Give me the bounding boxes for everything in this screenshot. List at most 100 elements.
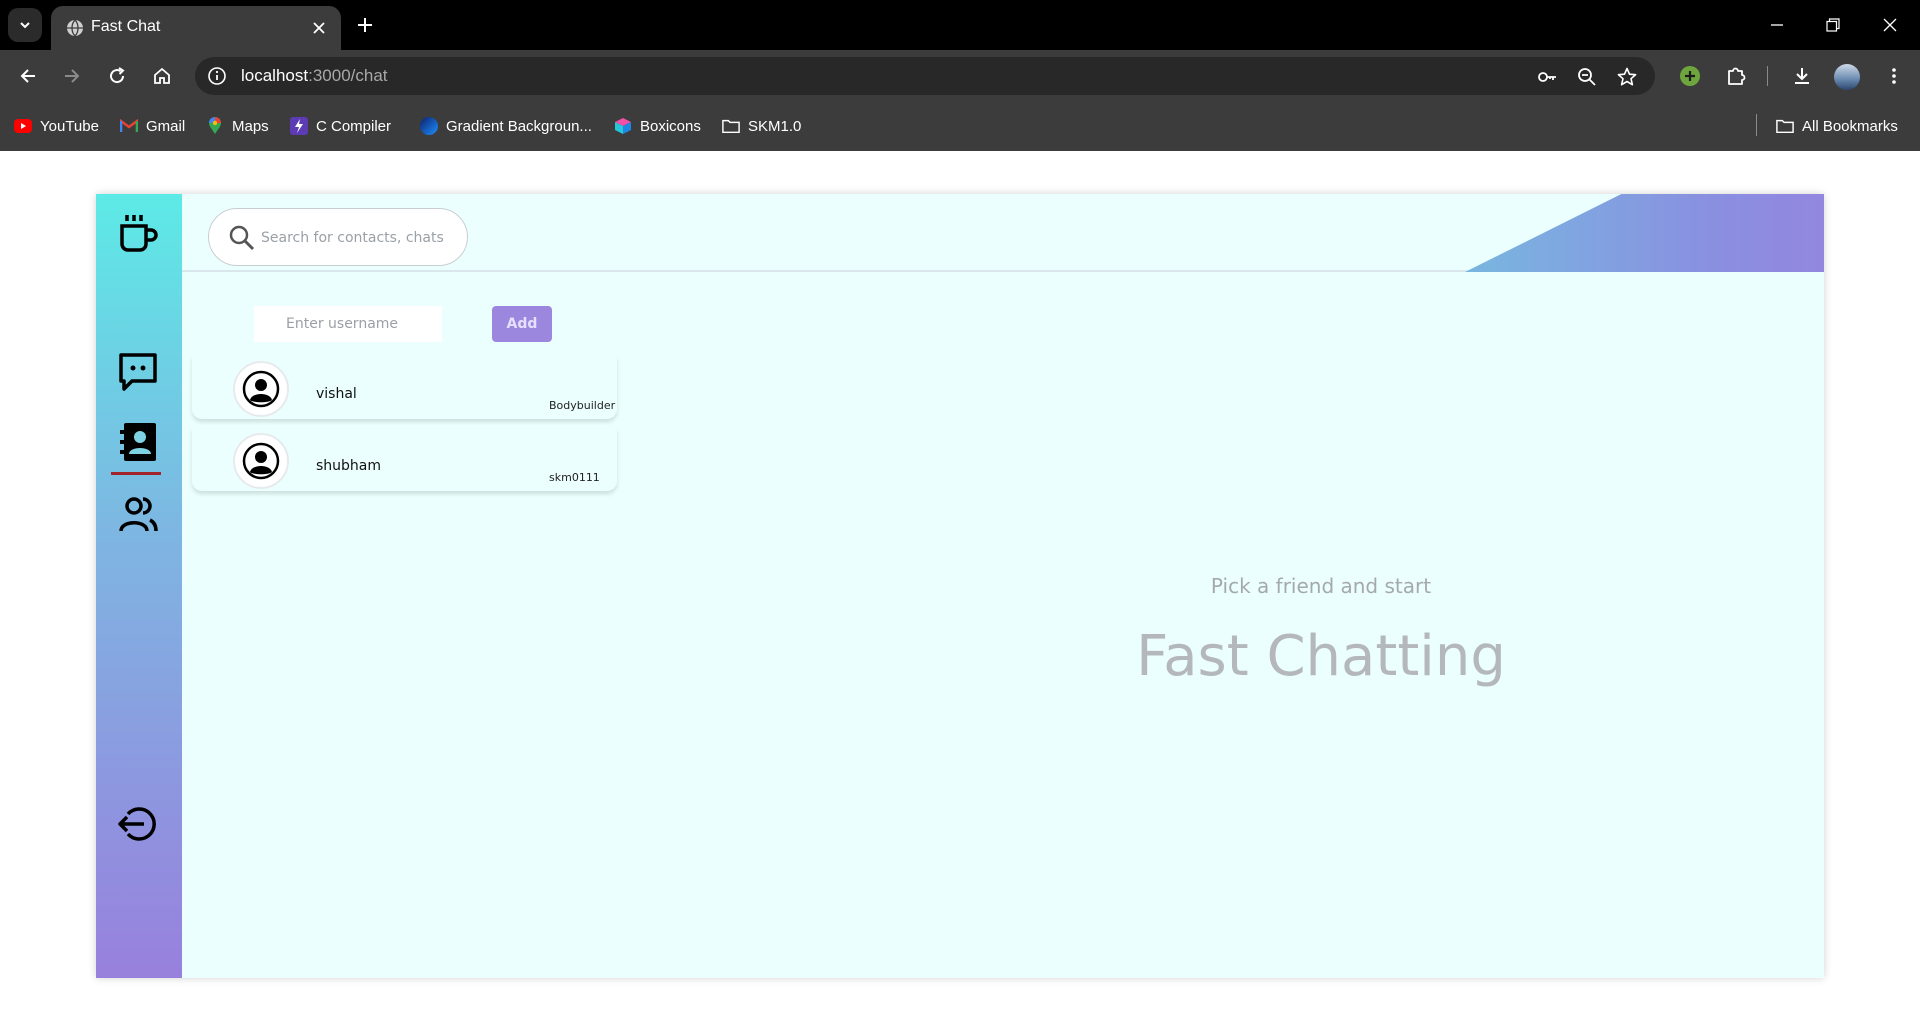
bookmark-skm[interactable]: SKM1.0 <box>722 115 801 137</box>
user-circle-icon <box>242 442 280 480</box>
sidebar <box>96 194 182 978</box>
downloads-button[interactable] <box>1788 62 1816 90</box>
globe-icon <box>67 19 83 37</box>
tab-title: Fast Chat <box>91 18 161 35</box>
nav-chats[interactable] <box>114 348 162 396</box>
users-icon <box>119 497 158 532</box>
all-bookmarks-button[interactable]: All Bookmarks <box>1776 115 1898 137</box>
star-icon <box>1617 67 1637 86</box>
password-key-button[interactable] <box>1535 65 1559 89</box>
back-button[interactable] <box>14 62 42 90</box>
more-vert-icon <box>1892 68 1896 84</box>
chat-bubble-icon <box>119 353 157 391</box>
arrow-right-icon <box>65 69 80 83</box>
extension-green-button[interactable] <box>1676 62 1704 90</box>
maps-icon <box>206 117 224 135</box>
profile-avatar-button[interactable] <box>1834 64 1860 90</box>
compiler-icon <box>290 117 308 135</box>
restore-button[interactable] <box>1820 12 1846 38</box>
contact-name: shubham <box>316 458 382 474</box>
close-window-button[interactable] <box>1877 12 1903 38</box>
boxicons-icon <box>614 117 632 135</box>
user-circle-icon <box>242 370 280 408</box>
bookmark-label: YouTube <box>40 117 99 135</box>
gmail-icon <box>120 117 138 135</box>
add-circle-icon <box>1680 66 1700 86</box>
arrow-left-icon <box>20 69 35 83</box>
nav-groups[interactable] <box>114 490 162 538</box>
bookmark-maps[interactable]: Maps <box>206 115 269 137</box>
tab-search-button[interactable] <box>8 8 42 42</box>
coffee-cup-icon <box>120 215 158 252</box>
restore-icon <box>1826 18 1840 32</box>
reload-button[interactable] <box>103 62 131 90</box>
zoom-button[interactable] <box>1575 65 1599 89</box>
bookmark-boxicons[interactable]: Boxicons <box>614 115 701 137</box>
bookmark-c-compiler[interactable]: C Compiler <box>290 115 391 137</box>
minimize-icon <box>1771 24 1783 26</box>
close-tab-button[interactable] <box>309 18 329 38</box>
bookmark-youtube[interactable]: YouTube <box>14 115 99 137</box>
close-icon <box>313 22 325 34</box>
bookmarks-divider <box>1756 114 1757 136</box>
bookmark-label: Gmail <box>146 117 186 135</box>
url-host: localhost <box>241 66 309 85</box>
browser-menu-button[interactable] <box>1880 62 1908 90</box>
toolbar-divider <box>1767 66 1768 86</box>
search-icon <box>227 223 257 253</box>
search-input[interactable] <box>261 227 456 249</box>
nav-contacts[interactable] <box>114 418 162 466</box>
contact-status: skm0111 <box>549 471 600 484</box>
youtube-icon <box>14 117 32 135</box>
minimize-button[interactable] <box>1764 12 1790 38</box>
zoom-out-icon <box>1578 68 1596 86</box>
chat-app: Add vishal Bodybuilder shubham skm0111 P… <box>96 194 1824 978</box>
username-input[interactable] <box>254 306 442 342</box>
add-contact-button[interactable]: Add <box>492 306 552 342</box>
url-text[interactable]: localhost:3000/chat <box>241 66 388 86</box>
browser-tab[interactable]: Fast Chat <box>51 6 341 50</box>
new-tab-button[interactable] <box>352 12 378 38</box>
app-logo[interactable] <box>114 208 162 256</box>
folder-icon <box>722 117 740 135</box>
empty-state-title: Fast Chatting <box>1136 624 1506 689</box>
bookmark-star-button[interactable] <box>1615 65 1639 89</box>
header-decoration <box>1465 194 1824 272</box>
gradient-icon <box>420 117 438 135</box>
bookmarks-bar: YouTube Gmail Maps C Compiler Gradient B… <box>0 100 1920 151</box>
forward-button[interactable] <box>58 62 86 90</box>
chevron-down-icon <box>20 22 30 29</box>
bookmark-gmail[interactable]: Gmail <box>120 115 185 137</box>
top-bar <box>182 194 1824 272</box>
puzzle-icon <box>1728 67 1746 85</box>
close-icon <box>1883 18 1897 32</box>
logout-button[interactable] <box>114 800 162 848</box>
contact-book-icon <box>120 423 156 461</box>
contact-status: Bodybuilder <box>549 399 616 412</box>
logout-icon <box>118 807 156 841</box>
reload-icon <box>110 67 125 84</box>
bookmark-label: Gradient Backgroun... <box>446 117 592 135</box>
address-bar[interactable]: localhost:3000/chat <box>195 57 1655 95</box>
home-button[interactable] <box>148 62 176 90</box>
contact-item[interactable]: vishal Bodybuilder <box>192 356 617 419</box>
contact-item[interactable]: shubham skm0111 <box>192 428 617 491</box>
avatar <box>233 433 289 489</box>
all-bookmarks-label: All Bookmarks <box>1802 117 1898 135</box>
bookmark-label: C Compiler <box>316 117 392 135</box>
extensions-button[interactable] <box>1722 62 1750 90</box>
info-icon <box>208 67 226 85</box>
bookmark-gradient[interactable]: Gradient Backgroun... <box>420 115 592 137</box>
home-icon <box>154 67 170 84</box>
browser-toolbar: localhost:3000/chat <box>0 50 1920 100</box>
site-info-button[interactable] <box>205 64 229 88</box>
browser-tab-bar: Fast Chat <box>0 0 1920 50</box>
url-path: :3000/chat <box>308 66 388 85</box>
bookmark-label: Boxicons <box>640 117 701 135</box>
active-nav-indicator <box>111 472 161 475</box>
plus-icon <box>358 18 372 32</box>
bookmark-label: SKM1.0 <box>748 117 802 135</box>
key-icon <box>1538 72 1556 82</box>
bookmark-label: Maps <box>232 117 269 135</box>
search-box[interactable] <box>208 208 468 266</box>
